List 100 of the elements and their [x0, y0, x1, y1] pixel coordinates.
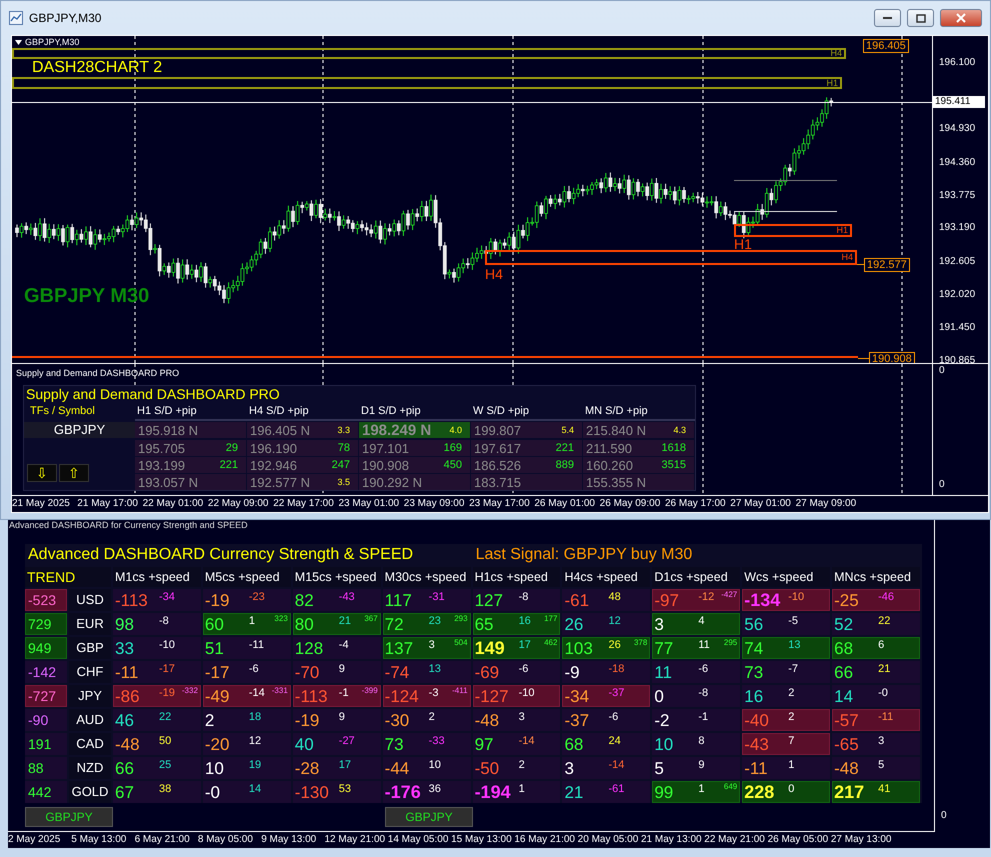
trend-value: -523 — [28, 592, 56, 608]
price-axis-label: 194.930 — [939, 123, 976, 135]
price-value: 186.526 — [474, 458, 521, 473]
time-axis-label: 26 May 17:00 — [664, 497, 727, 511]
extra-value: -331 — [272, 686, 288, 695]
strength-value: 66 — [115, 760, 134, 777]
price-tag: 190.908 — [869, 352, 915, 364]
strength-value: 72 — [384, 616, 404, 633]
speed-value: -10 — [518, 687, 534, 699]
time-axis-label: 26 May 05:00 — [768, 833, 830, 847]
strength-value: -25 — [834, 592, 859, 609]
strength-value: 26 — [564, 616, 584, 633]
price-value: 199.807 — [474, 422, 521, 438]
speed-value: 21 — [338, 615, 352, 627]
panel-title: Supply and Demand DASHBOARD PRO — [25, 386, 281, 404]
close-button[interactable] — [940, 9, 982, 27]
time-axis-label: 22 May 17:00 — [273, 497, 335, 511]
speed-value: 13 — [788, 639, 800, 651]
column-header: H4 S/D +pip — [247, 403, 359, 422]
speed-value: -27 — [338, 735, 355, 747]
pip-value: 3515 — [662, 459, 686, 472]
price-value: 195.918 N — [138, 422, 198, 438]
strength-value: -40 — [744, 712, 769, 729]
speed-value: 1 — [698, 783, 704, 795]
speed-value: 41 — [878, 783, 890, 795]
strength-value: 99 — [654, 784, 674, 801]
column-header: H1cs +speed — [472, 567, 560, 587]
strength-value: 82 — [294, 592, 314, 609]
speed-value: 23 — [428, 615, 441, 627]
zone-label: H4 — [485, 267, 503, 281]
strength-value: 73 — [384, 736, 404, 753]
strength-value: 73 — [744, 664, 764, 681]
speed-value: -10 — [788, 591, 804, 603]
time-axis-label: 26 May 01:00 — [534, 497, 596, 511]
strength-value: 46 — [115, 712, 134, 729]
column-header: M15cs +speed — [292, 567, 381, 587]
symbol-button[interactable]: GBPJPY — [25, 807, 113, 827]
extra-value: 295 — [724, 638, 738, 647]
currency-name: AUD — [69, 709, 111, 731]
price-axis-label: 192.605 — [939, 256, 976, 268]
speed-value: 2 — [428, 711, 435, 723]
speed-value: 8 — [698, 735, 704, 747]
currency-name: EUR — [69, 613, 111, 635]
speed-value: -5 — [788, 615, 798, 627]
minimize-button[interactable] — [874, 9, 901, 27]
speed-value: -61 — [608, 783, 624, 795]
extra-value: -427 — [721, 590, 738, 599]
strength-value: -2 — [654, 712, 670, 729]
strength-value: -11 — [744, 760, 768, 777]
speed-value: 3 — [518, 711, 525, 723]
pip-value: 221 — [220, 459, 238, 472]
speed-value: -10 — [159, 639, 175, 651]
speed-value: -1 — [698, 711, 708, 723]
column-header: M30cs +speed — [382, 567, 471, 587]
strength-value: -134 — [744, 592, 780, 609]
price-value: 193.057 N — [138, 474, 198, 490]
speed-value: 9 — [338, 663, 345, 675]
speed-value: -6 — [698, 663, 708, 675]
strength-value: 2 — [204, 712, 214, 729]
time-axis-label: 23 May 01:00 — [338, 497, 400, 511]
speed-value: -23 — [248, 591, 265, 603]
time-axis-label: 2 May 2025 — [8, 833, 62, 847]
trend-value: 729 — [28, 616, 52, 632]
trend-value: 88 — [28, 760, 44, 776]
speed-value: 19 — [248, 759, 262, 771]
window-title: GBPJPY,M30 — [29, 11, 102, 25]
price-axis-label: 193.775 — [939, 190, 976, 202]
extra-value: 323 — [274, 614, 288, 623]
strength-value: 51 — [204, 640, 224, 657]
speed-value: 5 — [878, 759, 884, 771]
column-header: D1 S/D +pip — [359, 403, 471, 422]
arrow-button[interactable]: ⇩ — [27, 464, 57, 482]
speed-value: -8 — [518, 591, 528, 603]
currency-name: CHF — [69, 661, 111, 683]
currency-name: JPY — [69, 685, 111, 707]
speed-value: 21 — [878, 663, 890, 675]
price-value: 195.705 — [138, 440, 185, 456]
price-value: 190.908 — [362, 458, 409, 473]
strength-value: -50 — [474, 760, 500, 777]
speed-value: 7 — [788, 735, 794, 747]
trend-value: -90 — [28, 712, 48, 728]
strength-value: 3 — [654, 616, 664, 633]
speed-value: 25 — [159, 759, 172, 771]
strength-value: 117 — [384, 592, 412, 609]
extra-value: 177 — [544, 614, 558, 623]
restore-button[interactable] — [907, 9, 934, 27]
currency-name: GOLD — [69, 781, 111, 803]
speed-value: 2 — [788, 711, 794, 723]
strength-value: 65 — [474, 616, 494, 633]
price-tag: 196.405 — [863, 39, 909, 53]
arrow-button[interactable]: ⇧ — [59, 464, 89, 482]
speed-value: 53 — [338, 783, 352, 795]
strength-value: 4.3 — [673, 425, 686, 436]
strength-value: 14 — [834, 688, 854, 705]
price-tag: 192.577 — [864, 258, 910, 272]
pip-value: 247 — [332, 459, 350, 472]
symbol-button[interactable]: GBPJPY — [385, 807, 473, 827]
column-header: MN S/D +pip — [583, 403, 695, 422]
column-header: H4cs +speed — [562, 567, 650, 587]
price-axis-label: 194.360 — [939, 157, 976, 169]
